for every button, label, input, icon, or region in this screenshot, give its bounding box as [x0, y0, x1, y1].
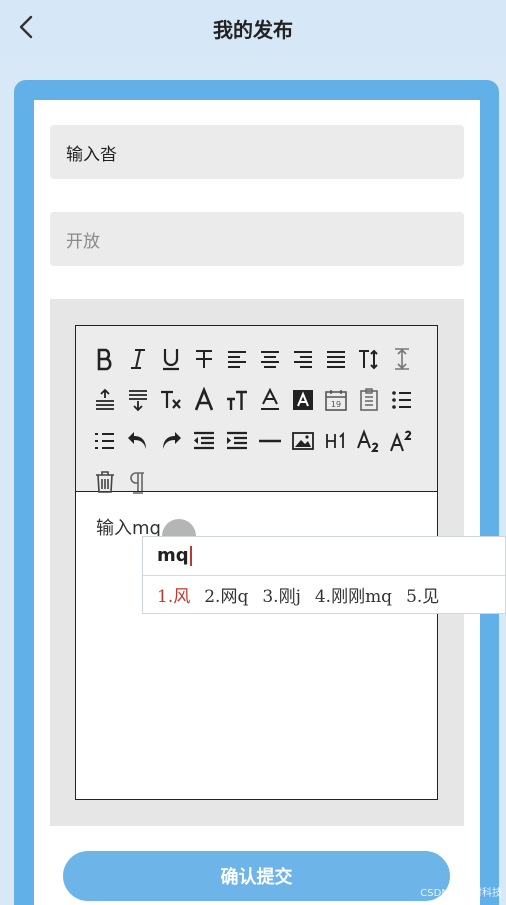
outdent-button[interactable]	[187, 424, 220, 457]
ordered-list-button[interactable]	[88, 424, 121, 457]
watermark: CSDN @辉时科技	[420, 888, 502, 899]
redo-icon	[162, 431, 181, 449]
align-center-icon	[260, 350, 279, 368]
delete-button[interactable]	[88, 465, 121, 498]
line-height-icon	[394, 347, 409, 370]
toolbar-row-3	[88, 420, 429, 461]
italic-button[interactable]	[121, 342, 154, 375]
ime-candidate-list: 1.风 2.网q 3.刚j 4.刚刚mq 5.见	[157, 582, 439, 607]
toolbar-row-2: 19	[88, 379, 429, 420]
outdent-icon	[193, 431, 214, 449]
bold-button[interactable]	[88, 342, 121, 375]
heading-icon	[325, 431, 344, 448]
font-size-icon	[358, 349, 378, 369]
paragraph-before-button[interactable]	[88, 383, 121, 416]
subscript-button[interactable]	[352, 424, 385, 457]
align-left-icon	[227, 350, 246, 368]
checklist-icon	[359, 387, 378, 411]
date-button[interactable]: 19	[319, 383, 352, 416]
align-justify-icon	[326, 350, 345, 368]
ime-candidate-1[interactable]: 1.风	[157, 582, 190, 607]
font-color-icon	[194, 386, 213, 410]
ime-divider	[143, 575, 505, 576]
underline-icon	[162, 348, 179, 370]
submit-button[interactable]: 确认提交	[63, 851, 450, 901]
italic-icon	[130, 348, 145, 369]
strikethrough-icon	[195, 349, 212, 368]
horizontal-rule-button[interactable]	[253, 424, 286, 457]
unordered-list-icon	[391, 390, 411, 409]
checklist-button[interactable]	[352, 383, 385, 416]
editor-toolbar: 19	[76, 326, 437, 494]
ime-candidate-window: mq 1.风 2.网q 3.刚j 4.刚刚mq 5.见	[142, 536, 506, 614]
ime-candidate-3[interactable]: 3.刚j	[262, 582, 301, 607]
page-title: 我的发布	[213, 18, 293, 42]
horizontal-rule-icon	[258, 439, 281, 442]
ime-caret	[189, 546, 192, 566]
undo-button[interactable]	[121, 424, 154, 457]
align-center-button[interactable]	[253, 342, 286, 375]
clear-format-button[interactable]	[154, 383, 187, 416]
underline-color-button[interactable]	[253, 383, 286, 416]
text-size-button[interactable]	[220, 383, 253, 416]
bold-icon	[97, 348, 111, 370]
image-icon	[291, 431, 314, 450]
ime-composition: mq	[157, 545, 192, 566]
strikethrough-button[interactable]	[187, 342, 220, 375]
align-right-button[interactable]	[286, 342, 319, 375]
indent-button[interactable]	[220, 424, 253, 457]
paragraph-spacing-before-icon	[95, 388, 114, 410]
line-height-button[interactable]	[385, 342, 418, 375]
heading-button[interactable]	[319, 424, 352, 457]
delete-icon	[95, 470, 114, 493]
status-field[interactable]: 开放	[50, 212, 464, 266]
header-bar: 我的发布	[0, 0, 506, 56]
toolbar-row-4	[88, 461, 429, 502]
ordered-list-icon	[94, 432, 114, 449]
font-size-button[interactable]	[352, 342, 385, 375]
date-icon: 19	[324, 389, 347, 411]
title-input[interactable]: 输入沓	[50, 125, 464, 179]
paragraph-after-button[interactable]	[121, 383, 154, 416]
image-button[interactable]	[286, 424, 319, 457]
highlight-button[interactable]	[286, 383, 319, 416]
undo-icon	[127, 431, 146, 449]
ime-candidate-4[interactable]: 4.刚刚mq	[315, 582, 392, 607]
unordered-list-button[interactable]	[385, 383, 418, 416]
clear-format-icon	[160, 390, 181, 409]
indent-icon	[226, 431, 247, 449]
ime-candidate-5[interactable]: 5.见	[406, 582, 439, 607]
underline-color-icon	[260, 387, 279, 410]
align-left-button[interactable]	[220, 342, 253, 375]
align-justify-button[interactable]	[319, 342, 352, 375]
superscript-icon	[389, 430, 411, 451]
underline-button[interactable]	[154, 342, 187, 375]
svg-text:19: 19	[330, 400, 340, 409]
text-size-icon	[226, 390, 247, 410]
paragraph-mark-button[interactable]	[121, 465, 154, 498]
font-color-button[interactable]	[187, 383, 220, 416]
toolbar-row-1	[88, 338, 429, 379]
redo-button[interactable]	[154, 424, 187, 457]
highlight-icon	[292, 389, 313, 410]
ime-composition-text: mq	[157, 545, 189, 566]
paragraph-mark-icon	[129, 471, 144, 494]
paragraph-spacing-after-icon	[128, 389, 147, 411]
subscript-icon	[356, 428, 378, 452]
ime-candidate-2[interactable]: 2.网q	[204, 582, 248, 607]
superscript-button[interactable]	[385, 424, 418, 457]
align-right-icon	[293, 350, 312, 368]
